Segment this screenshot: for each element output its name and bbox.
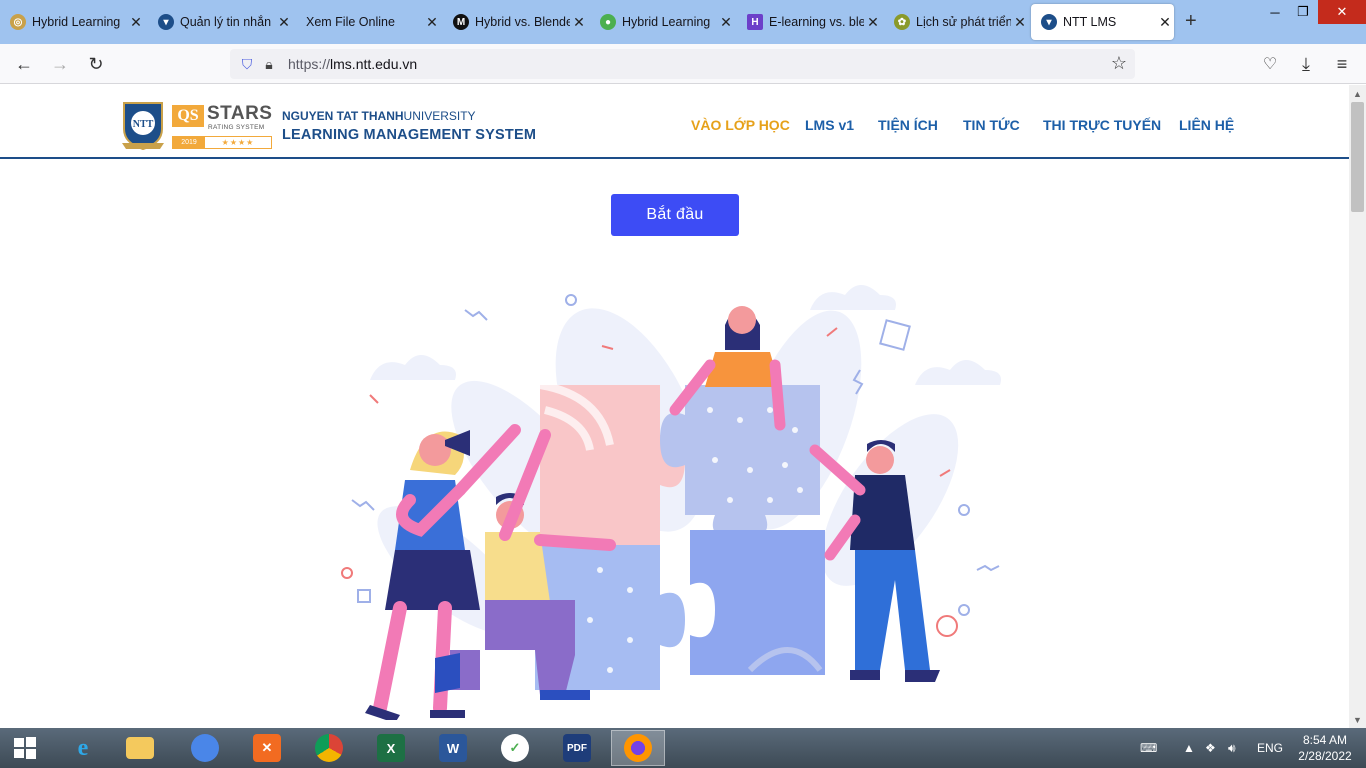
- taskbar-file-explorer[interactable]: [113, 730, 167, 766]
- system-name: LEARNING MANAGEMENT SYSTEM: [282, 127, 537, 143]
- forward-button[interactable]: →: [48, 52, 72, 76]
- close-icon[interactable]: ✕: [127, 14, 145, 31]
- url-bar[interactable]: ⛉ 🔒︎ https://lms.ntt.edu.vn ☆: [230, 49, 1135, 79]
- close-icon[interactable]: ✕: [275, 14, 293, 31]
- file-explorer-icon: [126, 737, 154, 759]
- browser-tab[interactable]: ✿ Lịch sử phát triển ✕: [884, 4, 1029, 40]
- close-window-button[interactable]: ✕: [1318, 0, 1366, 24]
- browser-tab[interactable]: ◎ Hybrid Learning ✕: [0, 4, 145, 40]
- dropbox-icon[interactable]: ❖: [1205, 728, 1216, 768]
- close-icon[interactable]: ✕: [1011, 14, 1029, 31]
- menu-lms-v1[interactable]: LMS v1: [805, 117, 854, 133]
- close-icon[interactable]: ✕: [570, 14, 588, 31]
- bulb-icon: ●: [600, 14, 616, 30]
- new-tab-button[interactable]: +: [1185, 10, 1197, 33]
- site-header: NTT QS STARS RATING SYSTEM 2019 ★★★★ NGU…: [0, 85, 1349, 159]
- scrollbar-thumb[interactable]: [1351, 102, 1364, 212]
- menu-tin-tuc[interactable]: TIN TỨC: [963, 117, 1020, 133]
- chrome-icon: [315, 734, 343, 762]
- menu-thi-truc-tuyen[interactable]: THI TRỰC TUYẾN: [1043, 117, 1161, 133]
- close-icon[interactable]: ✕: [864, 14, 882, 31]
- minimize-button[interactable]: ─: [1260, 0, 1290, 24]
- download-icon[interactable]: ⤓: [1294, 52, 1318, 76]
- chromium-icon: [191, 734, 219, 762]
- browser-tab-active[interactable]: ▾ NTT LMS ✕: [1031, 4, 1174, 40]
- word-icon: W: [439, 734, 467, 762]
- tray-expand-icon[interactable]: ▲: [1183, 728, 1195, 768]
- menu-vao-lop-hoc[interactable]: VÀO LỚP HỌC: [691, 117, 790, 133]
- windows-logo-icon: [14, 737, 36, 759]
- svg-text:NTT: NTT: [133, 119, 154, 130]
- reload-button[interactable]: ↻: [84, 52, 108, 76]
- browser-tab[interactable]: H E-learning vs. ble ✕: [737, 4, 882, 40]
- close-icon[interactable]: ✕: [423, 14, 441, 31]
- pocket-icon[interactable]: ♡: [1258, 52, 1282, 76]
- close-icon[interactable]: ✕: [1156, 14, 1174, 31]
- taskbar-excel[interactable]: X: [364, 730, 418, 766]
- browser-tab-strip: ◎ Hybrid Learning ✕ ▾ Quản lý tin nhắn ✕…: [0, 0, 1366, 44]
- start-button-windows[interactable]: [0, 730, 50, 766]
- taskbar-word[interactable]: W: [426, 730, 480, 766]
- lock-icon[interactable]: 🔒︎: [258, 56, 280, 73]
- bookmark-star-icon[interactable]: ☆: [1111, 53, 1127, 74]
- teamwork-puzzle-illustration: [341, 285, 1001, 720]
- vertical-scrollbar[interactable]: ▲ ▼: [1349, 85, 1366, 728]
- browser-navbar: ← → ↻ ⛉ 🔒︎ https://lms.ntt.edu.vn ☆ ♡ ⤓ …: [0, 44, 1366, 84]
- web-page: NTT QS STARS RATING SYSTEM 2019 ★★★★ NGU…: [0, 85, 1349, 728]
- medium-icon: M: [453, 14, 469, 30]
- keyboard-icon[interactable]: ⌨: [1140, 728, 1157, 768]
- volume-icon[interactable]: 🔊︎: [1228, 728, 1236, 768]
- back-button[interactable]: ←: [12, 52, 36, 76]
- ie-icon: e: [77, 734, 89, 761]
- app-green-icon: ✓: [501, 734, 529, 762]
- maximize-button[interactable]: ❐: [1288, 0, 1318, 24]
- university-name: NGUYEN TAT THANHUNIVERSITY: [282, 109, 476, 123]
- ntt-shield-icon: ▾: [1041, 14, 1057, 30]
- url-text[interactable]: https://lms.ntt.edu.vn: [288, 56, 417, 72]
- browser-tab[interactable]: ▾ Quản lý tin nhắn ✕: [148, 4, 293, 40]
- ntt-logo[interactable]: NTT: [120, 99, 166, 151]
- ntt-shield-icon: ▾: [158, 14, 174, 30]
- browser-tab[interactable]: Xem File Online ✕: [296, 4, 441, 40]
- seal-icon: ✿: [894, 14, 910, 30]
- system-clock[interactable]: 8:54 AM 2/28/2022: [1290, 732, 1360, 764]
- taskbar-firefox[interactable]: [611, 730, 665, 766]
- taskbar-pdf[interactable]: PDF: [550, 730, 604, 766]
- excel-icon: X: [377, 734, 405, 762]
- close-icon[interactable]: ✕: [717, 14, 735, 31]
- qs-stars-badge: QS STARS RATING SYSTEM 2019 ★★★★: [172, 103, 272, 151]
- menu-lien-he[interactable]: LIÊN HỆ: [1179, 117, 1234, 133]
- scroll-up-icon[interactable]: ▲: [1349, 85, 1366, 102]
- taskbar-chrome[interactable]: [302, 730, 356, 766]
- taskbar-ie[interactable]: e: [56, 730, 110, 766]
- h-icon: H: [747, 14, 763, 30]
- start-button[interactable]: Bắt đầu: [611, 194, 739, 236]
- taskbar-xampp[interactable]: ✕: [240, 730, 294, 766]
- taskbar-chromium[interactable]: [178, 730, 232, 766]
- globe-icon: ◎: [10, 14, 26, 30]
- menu-tien-ich[interactable]: TIỆN ÍCH: [878, 117, 938, 133]
- xampp-icon: ✕: [253, 734, 281, 762]
- language-indicator[interactable]: ENG: [1257, 728, 1283, 768]
- windows-taskbar: e ✕ X W ✓ PDF ⌨ ▲ ❖ 🔊︎ ENG 8:54 AM 2/28/…: [0, 728, 1366, 768]
- pdf-icon: PDF: [563, 734, 591, 762]
- menu-icon[interactable]: ≡: [1330, 52, 1354, 76]
- scroll-down-icon[interactable]: ▼: [1349, 711, 1366, 728]
- taskbar-app-green[interactable]: ✓: [488, 730, 542, 766]
- shield-icon[interactable]: ⛉: [236, 56, 258, 73]
- browser-tab[interactable]: ● Hybrid Learning ✕: [590, 4, 735, 40]
- firefox-icon: [624, 734, 652, 762]
- browser-tab[interactable]: M Hybrid vs. Blended ✕: [443, 4, 588, 40]
